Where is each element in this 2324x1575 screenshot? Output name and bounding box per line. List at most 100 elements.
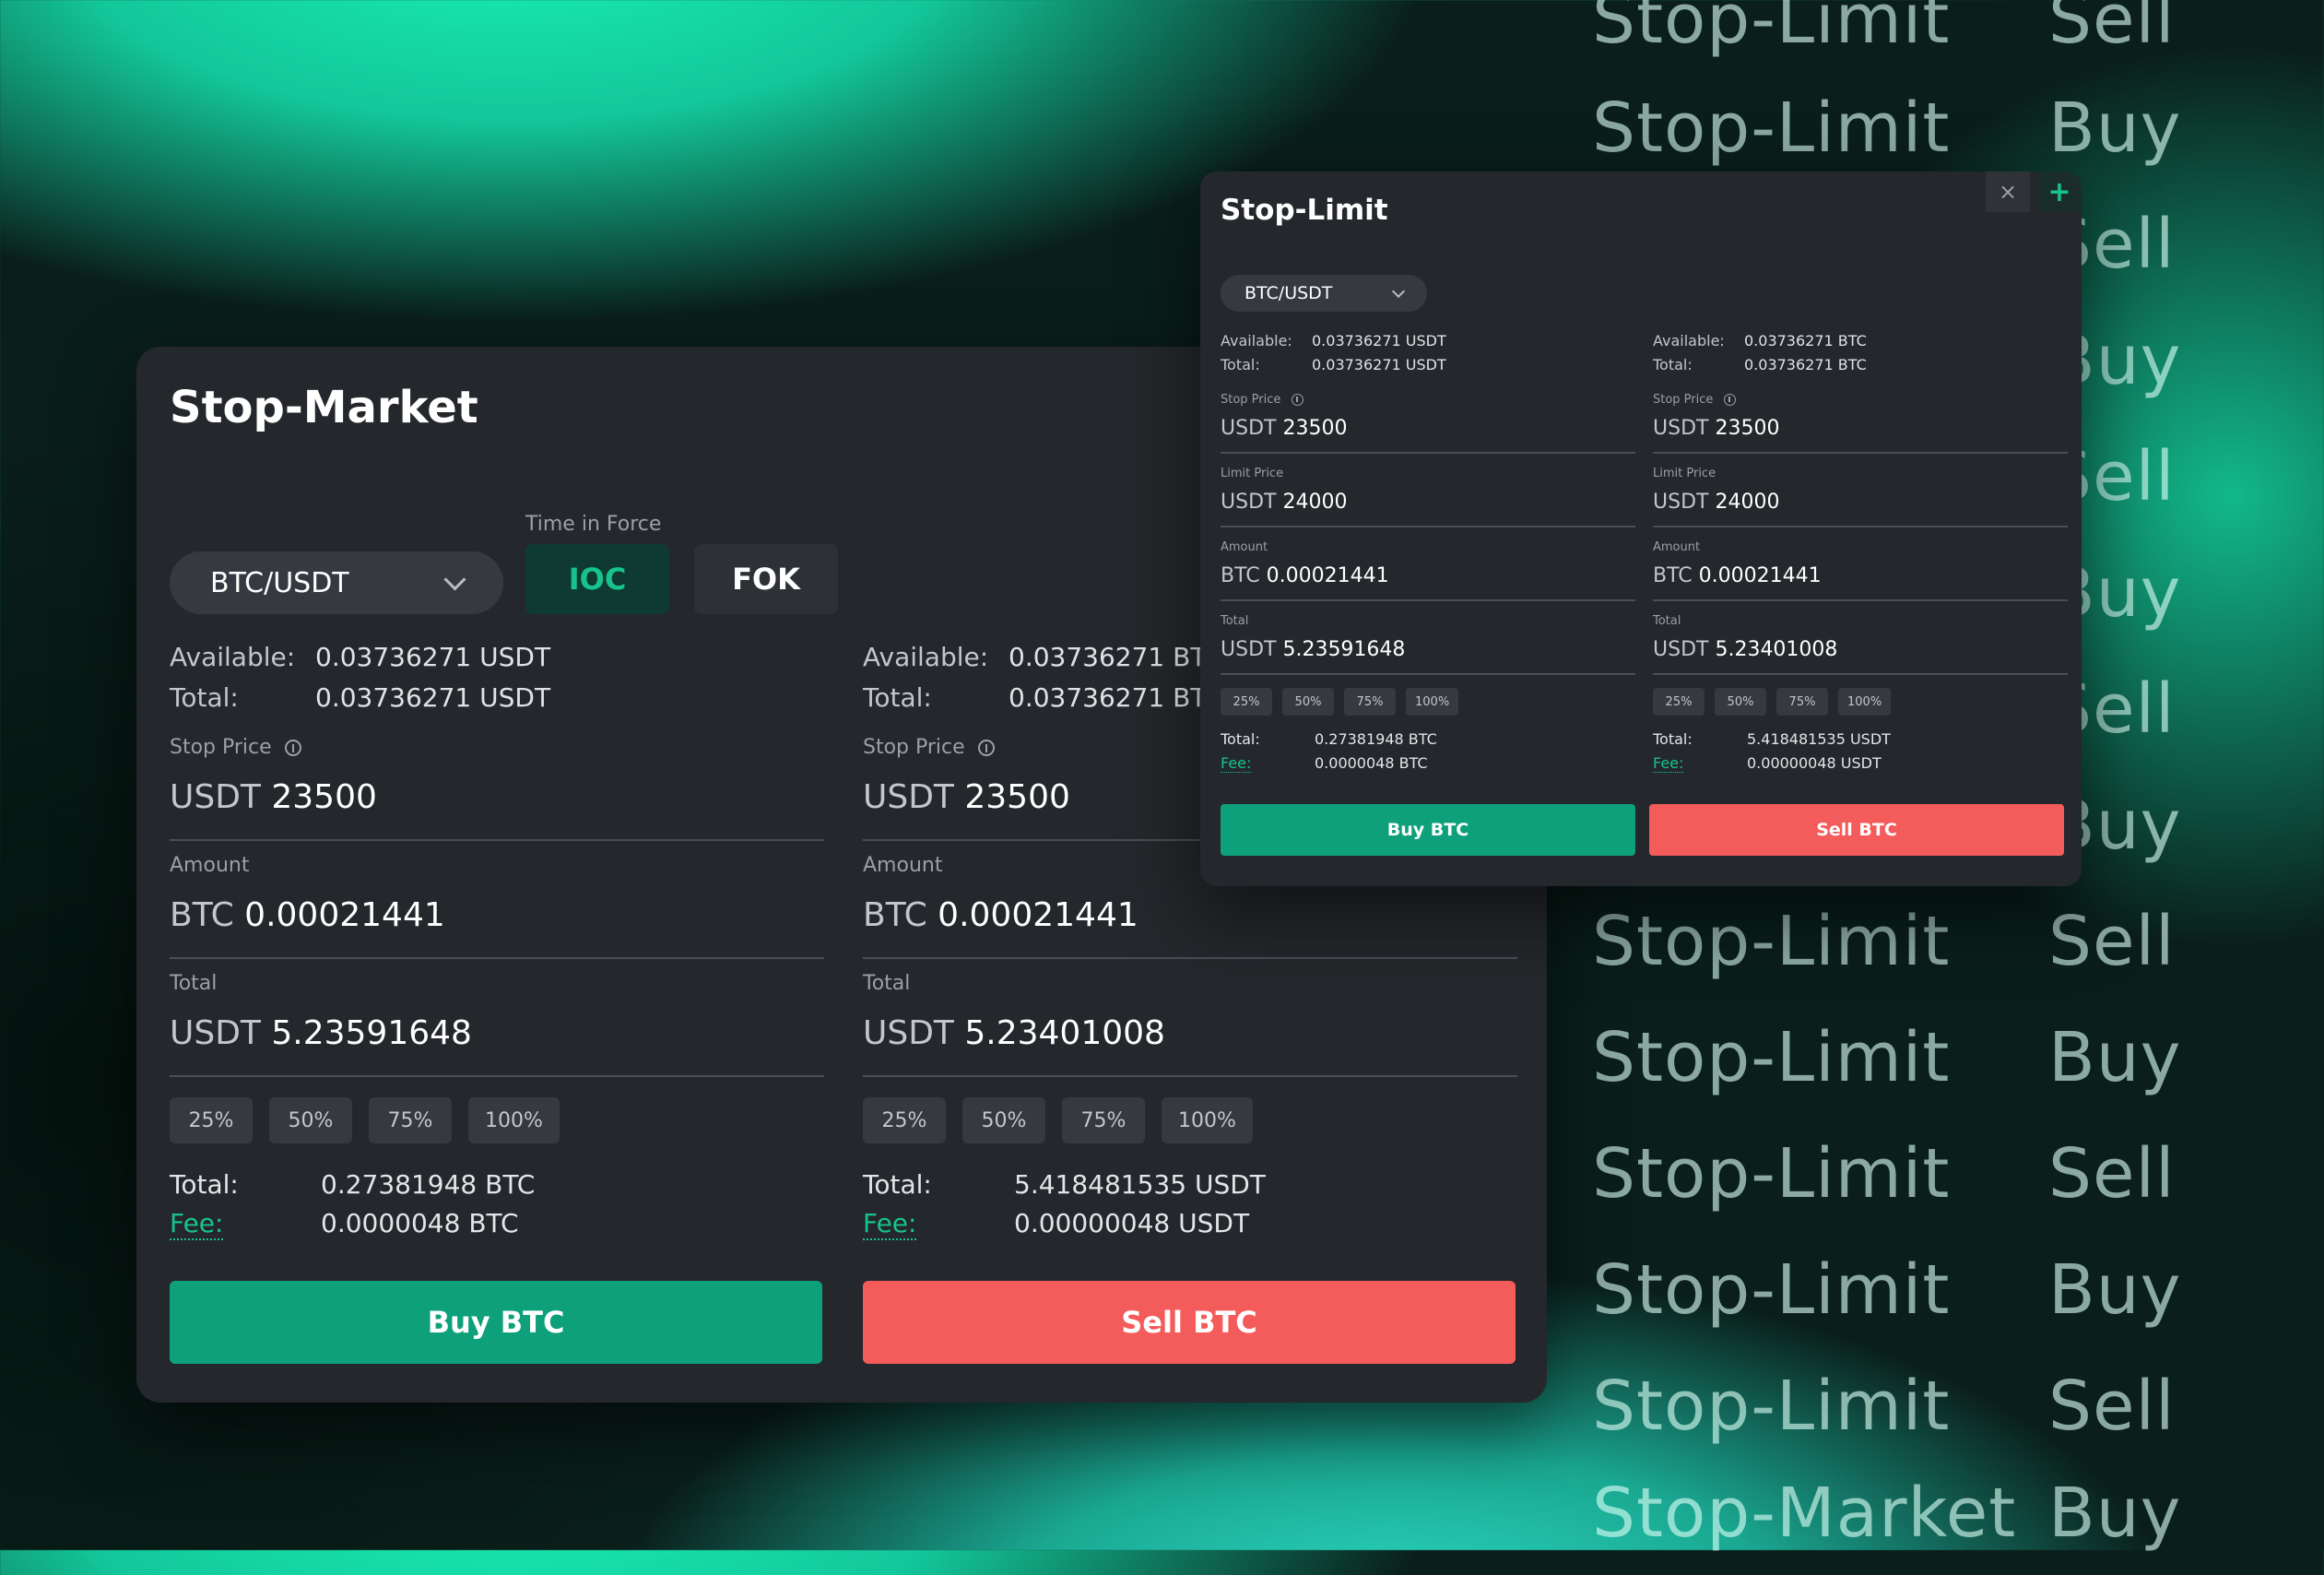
amount-label: Amount: [863, 854, 943, 877]
pair-select[interactable]: BTC/USDT: [170, 551, 503, 614]
background-order-type: Stop-Limit: [1592, 0, 1951, 59]
info-icon[interactable]: [284, 739, 301, 756]
fee-label[interactable]: Fee:: [1221, 754, 1252, 773]
available-label: Available:: [1653, 332, 1725, 349]
stop-price-label: Stop Price: [170, 736, 272, 759]
stop-price-label: Stop Price: [1653, 393, 1714, 407]
tif-fok-button[interactable]: FOK: [694, 544, 838, 614]
percent-25-button[interactable]: 25%: [863, 1097, 946, 1143]
total-field[interactable]: Total USDT 5.23401008: [1653, 601, 2068, 675]
percent-100-button[interactable]: 100%: [1162, 1097, 1253, 1143]
background-order-side: Buy: [2048, 1018, 2182, 1097]
percent-25-button[interactable]: 25%: [1653, 688, 1705, 716]
stop-price-value: 23500: [964, 778, 1070, 816]
percent-75-button[interactable]: 75%: [1776, 688, 1828, 716]
balance-total-label: Total:: [863, 682, 932, 713]
percent-buttons: 25% 50% 75% 100%: [1653, 688, 2068, 716]
background-word-row: Stop-Limit Buy: [1592, 1018, 2181, 1119]
limit-price-unit: USDT: [1653, 491, 1709, 514]
balance-total-value: 0.03736271 USDT: [315, 682, 551, 713]
total-field-value: 5.23401008: [964, 1014, 1165, 1052]
total-field-value: 5.23591648: [271, 1014, 472, 1052]
fee-row: Fee: 0.00000048 USDT: [863, 1208, 1517, 1247]
limit-price-field[interactable]: Limit Price USDT 24000: [1221, 454, 1635, 527]
percent-100-button[interactable]: 100%: [1838, 688, 1892, 716]
buy-column: Available: 0.03736271 USDT Total: 0.0373…: [1221, 332, 1635, 778]
limit-price-label: Limit Price: [1653, 467, 1716, 480]
stop-limit-title: Stop-Limit: [1221, 194, 1388, 227]
info-icon[interactable]: [1724, 394, 1737, 406]
background-order-type: Stop-Limit: [1592, 1018, 1951, 1097]
stop-limit-panel: Stop-Limit × + BTC/USDT Available: 0.037…: [1200, 172, 2082, 886]
percent-buttons: 25% 50% 75% 100%: [1221, 688, 1635, 716]
stop-price-label: Stop Price: [863, 736, 965, 759]
background-order-type: Stop-Limit: [1592, 902, 1951, 981]
available-value: 0.03736271 BTC: [1009, 642, 1223, 672]
total-field[interactable]: Total USDT 5.23401008: [863, 959, 1517, 1077]
summary-total-value: 0.27381948 BTC: [1315, 730, 1437, 748]
percent-50-button[interactable]: 50%: [1282, 688, 1334, 716]
balance-total-row: Total: 0.03736271 BTC: [1653, 356, 2068, 380]
balance-total-value: 0.03736271 BTC: [1009, 682, 1223, 713]
percent-75-button[interactable]: 75%: [1344, 688, 1396, 716]
available-value: 0.03736271 USDT: [315, 642, 551, 672]
sell-btc-button[interactable]: Sell BTC: [863, 1281, 1516, 1364]
total-field-value: 5.23591648: [1282, 638, 1406, 661]
available-label: Available:: [170, 642, 296, 672]
background-order-type: Stop-Limit: [1592, 1250, 1951, 1330]
amount-field[interactable]: Amount BTC 0.00021441: [170, 841, 824, 959]
pair-select[interactable]: BTC/USDT: [1221, 275, 1427, 312]
percent-100-button[interactable]: 100%: [1406, 688, 1459, 716]
info-icon[interactable]: [977, 739, 995, 756]
total-field-label: Total: [170, 972, 218, 995]
background-word-row: Stop-Market Buy: [1592, 1474, 2181, 1575]
chevron-down-icon: [1391, 284, 1406, 298]
background-order-type: Stop-Market: [1592, 1474, 2017, 1553]
percent-50-button[interactable]: 50%: [269, 1097, 352, 1143]
amount-value: 0.00021441: [938, 896, 1138, 934]
fee-label[interactable]: Fee:: [863, 1208, 917, 1240]
limit-price-label: Limit Price: [1221, 467, 1284, 480]
percent-25-button[interactable]: 25%: [170, 1097, 253, 1143]
sell-btc-button[interactable]: Sell BTC: [1649, 804, 2064, 856]
balance-total-row: Total: 0.03736271 USDT: [170, 682, 824, 723]
buy-btc-button[interactable]: Buy BTC: [170, 1281, 822, 1364]
background-word-row: Stop-Limit Sell: [1592, 1134, 2176, 1236]
amount-label: Amount: [170, 854, 250, 877]
available-row: Available: 0.03736271 BTC: [1653, 332, 2068, 356]
buy-btc-button[interactable]: Buy BTC: [1221, 804, 1635, 856]
available-value: 0.03736271 BTC: [1744, 332, 1867, 349]
stop-price-field[interactable]: Stop Price USDT 23500: [1221, 380, 1635, 454]
summary-total-row: Total: 0.27381948 BTC: [1221, 730, 1635, 754]
background-order-side: Sell: [2048, 902, 2176, 981]
amount-value: 0.00021441: [1266, 564, 1389, 587]
info-icon[interactable]: [1292, 394, 1304, 406]
percent-50-button[interactable]: 50%: [962, 1097, 1045, 1143]
percent-50-button[interactable]: 50%: [1715, 688, 1766, 716]
amount-unit: BTC: [1221, 564, 1260, 587]
limit-price-field[interactable]: Limit Price USDT 24000: [1653, 454, 2068, 527]
summary-total-value: 5.418481535 USDT: [1014, 1169, 1266, 1200]
balance-total-value: 0.03736271 USDT: [1312, 356, 1446, 373]
amount-field[interactable]: Amount BTC 0.00021441: [1221, 527, 1635, 601]
fee-value: 0.0000048 BTC: [1315, 754, 1428, 772]
total-field[interactable]: Total USDT 5.23591648: [1221, 601, 1635, 675]
amount-unit: BTC: [170, 896, 234, 934]
percent-75-button[interactable]: 75%: [369, 1097, 452, 1143]
close-icon[interactable]: ×: [1986, 172, 2030, 212]
fee-label[interactable]: Fee:: [1653, 754, 1684, 773]
stop-price-field[interactable]: Stop Price USDT 23500: [1653, 380, 2068, 454]
total-field[interactable]: Total USDT 5.23591648: [170, 959, 824, 1077]
summary-total-label: Total:: [170, 1169, 239, 1200]
percent-100-button[interactable]: 100%: [468, 1097, 560, 1143]
total-field-value: 5.23401008: [1715, 638, 1838, 661]
percent-buttons: 25% 50% 75% 100%: [863, 1097, 1517, 1143]
amount-field[interactable]: Amount BTC 0.00021441: [1653, 527, 2068, 601]
fee-label[interactable]: Fee:: [170, 1208, 224, 1240]
amount-value: 0.00021441: [244, 896, 445, 934]
percent-25-button[interactable]: 25%: [1221, 688, 1272, 716]
add-icon[interactable]: +: [2037, 172, 2082, 212]
tif-ioc-button[interactable]: IOC: [525, 544, 669, 614]
percent-75-button[interactable]: 75%: [1062, 1097, 1145, 1143]
stop-price-field[interactable]: Stop Price USDT 23500: [170, 723, 824, 841]
